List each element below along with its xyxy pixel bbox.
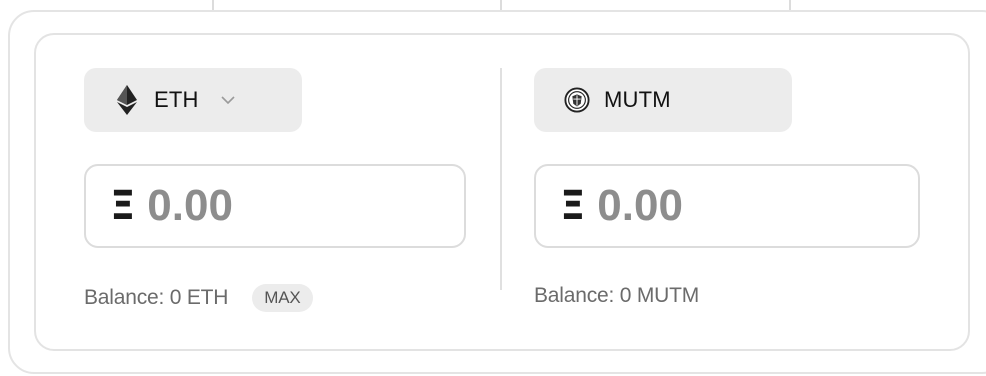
pay-balance-text: Balance: 0 ETH bbox=[84, 286, 229, 309]
pay-amount-field[interactable]: Ξ bbox=[84, 164, 466, 248]
receive-token-label: MUTM bbox=[604, 87, 671, 112]
panel-divider bbox=[500, 68, 502, 290]
receive-token-display: MUTM bbox=[534, 68, 792, 132]
receive-balance-text: Balance: 0 MUTM bbox=[534, 284, 700, 307]
pay-balance: Balance: 0 ETH MAX bbox=[84, 284, 313, 312]
pay-token-selector[interactable]: ETH bbox=[84, 68, 302, 132]
ether-symbol-icon: Ξ bbox=[110, 183, 136, 229]
pay-token-label: ETH bbox=[154, 87, 199, 112]
receive-amount-input[interactable] bbox=[597, 181, 848, 231]
chevron-down-icon bbox=[221, 93, 235, 107]
receive-balance: Balance: 0 MUTM bbox=[534, 284, 699, 308]
mutm-logo-icon bbox=[564, 85, 590, 115]
pay-amount-input[interactable] bbox=[147, 181, 398, 231]
max-button[interactable]: MAX bbox=[252, 284, 313, 312]
ether-symbol-icon: Ξ bbox=[560, 183, 586, 229]
receive-amount-field[interactable]: Ξ bbox=[534, 164, 920, 248]
ethereum-icon bbox=[114, 85, 140, 115]
